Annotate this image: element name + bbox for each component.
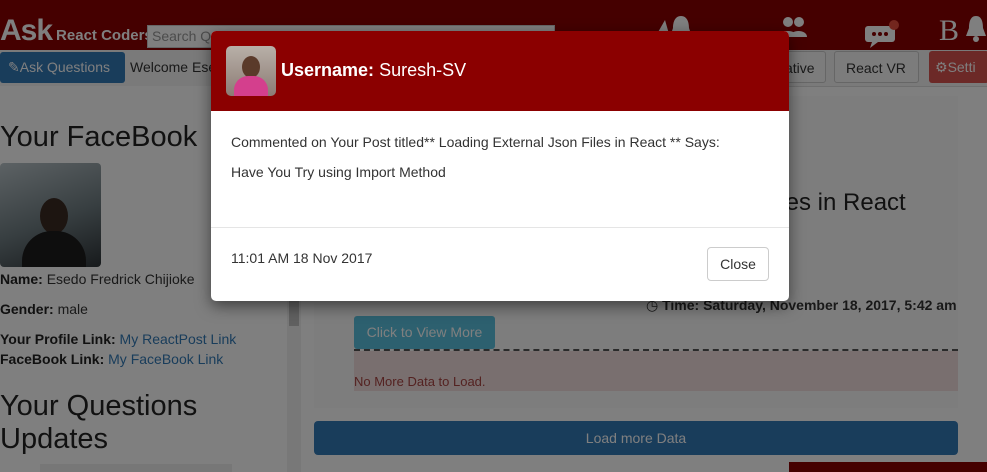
modal-footer-divider — [211, 227, 789, 228]
username-value: Suresh-SV — [379, 60, 467, 80]
comment-intro: Commented on Your Post titled** Loading … — [231, 134, 720, 150]
close-button[interactable]: Close — [707, 247, 769, 281]
modal-header: Username: Suresh-SV — [211, 31, 789, 111]
comment-timestamp: 11:01 AM 18 Nov 2017 — [231, 250, 373, 266]
modal-username: Username: Suresh-SV — [281, 60, 466, 81]
notification-modal: Username: Suresh-SV Commented on Your Po… — [211, 31, 789, 301]
commenter-avatar — [226, 46, 276, 96]
comment-text: Have You Try using Import Method — [231, 164, 446, 180]
username-label: Username: — [281, 60, 375, 80]
